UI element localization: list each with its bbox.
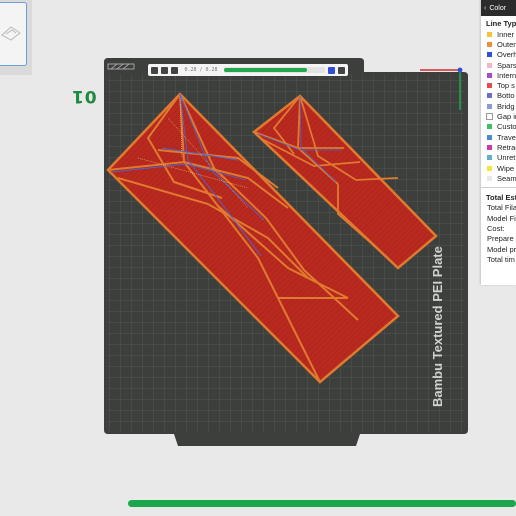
line-type-swatch — [487, 124, 492, 130]
legend-header[interactable]: ‹ Color — [481, 0, 516, 16]
line-type-item[interactable]: Overh — [481, 50, 516, 60]
line-type-item[interactable]: Intern — [481, 70, 516, 80]
line-type-swatch — [487, 144, 492, 150]
line-type-label: Top s — [497, 81, 515, 91]
line-type-label: Bridg — [497, 101, 515, 111]
line-type-item[interactable]: Travel — [481, 132, 516, 142]
estimate-item: Total tim — [487, 254, 515, 264]
line-type-label: Custo — [497, 122, 516, 132]
legend-header-title: Color — [489, 4, 507, 12]
line-type-label: Travel — [497, 132, 516, 142]
line-type-swatch — [487, 62, 492, 68]
line-type-item[interactable]: Gap in — [481, 111, 516, 121]
layer-readout: 0.28 / 0.28 — [184, 66, 218, 73]
line-type-swatch — [487, 155, 492, 161]
menu-icon[interactable] — [338, 66, 345, 74]
line-type-item[interactable]: Outer — [481, 39, 516, 49]
line-type-item[interactable]: Botto — [481, 91, 516, 101]
line-type-item[interactable]: Retrac — [481, 142, 516, 152]
line-type-item[interactable]: Custo — [481, 122, 516, 132]
estimate-item: Cost: — [487, 224, 505, 234]
line-type-swatch — [487, 41, 492, 47]
line-type-item[interactable]: Top s — [481, 80, 516, 90]
line-type-list: Inner Outer Overh Spars Intern Top s Botto Brid… — [481, 29, 516, 183]
line-type-item[interactable]: Bridg — [481, 101, 516, 111]
line-type-swatch — [487, 175, 492, 181]
legend-divider — [481, 187, 516, 189]
line-type-item[interactable]: Unret — [481, 153, 516, 163]
line-type-label: Inner — [497, 29, 515, 39]
line-type-swatch — [487, 83, 492, 89]
line-type-item[interactable]: Wipe — [481, 163, 516, 173]
estimate-item: Model Fil — [487, 213, 516, 223]
line-type-item[interactable]: Inner — [481, 29, 516, 39]
line-type-swatch — [487, 31, 492, 37]
line-type-swatch — [486, 113, 493, 121]
build-plate[interactable] — [98, 58, 470, 450]
line-type-item[interactable]: Spars — [481, 60, 516, 70]
line-type-label: Unret — [497, 153, 516, 163]
line-type-label: Gap in — [497, 112, 516, 122]
settings-icon[interactable] — [171, 66, 178, 74]
plate-preview-icon — [1, 26, 21, 41]
line-type-label: Outer — [497, 39, 516, 49]
estimate-item: Prepare t — [487, 234, 516, 244]
legend-panel: ‹ Color Line Type InnerOuterOverhSparsIn… — [481, 0, 516, 285]
line-type-swatch — [487, 103, 492, 109]
estimate-title: Total Est — [486, 193, 516, 203]
line-type-label: Overh — [497, 50, 516, 60]
line-type-label: Botto — [497, 91, 515, 101]
lock-icon[interactable] — [161, 66, 168, 74]
layers-icon[interactable] — [151, 66, 158, 74]
collapse-icon[interactable]: ‹ — [484, 5, 486, 12]
plate-toolbar: 0.28 / 0.28 — [148, 64, 348, 76]
estimate-item: Model pr — [487, 244, 516, 254]
plate-thumbnail-strip — [0, 0, 32, 75]
line-type-label: Wipe — [497, 163, 515, 173]
plate-number: 01 — [71, 86, 97, 106]
line-type-label: Spars — [497, 60, 516, 70]
layer-slider-fill — [224, 68, 307, 72]
line-type-label: Intern — [497, 70, 516, 80]
line-types-title: Line Type — [486, 19, 516, 28]
line-type-swatch — [487, 165, 492, 171]
stop-icon[interactable] — [328, 66, 335, 74]
progress-track — [128, 500, 516, 507]
viewport[interactable]: 01 Bambu Textured PEI Plate 0.28 / 0.28 … — [0, 0, 516, 516]
estimate-list: Total Fila Model Fil Cost: Prepare t Model p… — [481, 203, 516, 265]
plate-thumbnail[interactable] — [0, 2, 27, 66]
progress-fill — [128, 500, 516, 507]
estimate-item: Total Fila — [487, 203, 516, 213]
layer-slider[interactable] — [224, 67, 325, 73]
line-type-label: Seams — [497, 173, 516, 183]
line-type-swatch — [487, 52, 492, 58]
line-type-item[interactable]: Seams — [481, 173, 516, 183]
line-type-label: Retrac — [497, 142, 516, 152]
plate-type-label: Bambu Textured PEI Plate — [430, 246, 445, 407]
line-type-swatch — [487, 93, 492, 99]
line-type-swatch — [487, 134, 492, 140]
line-type-swatch — [487, 72, 492, 78]
